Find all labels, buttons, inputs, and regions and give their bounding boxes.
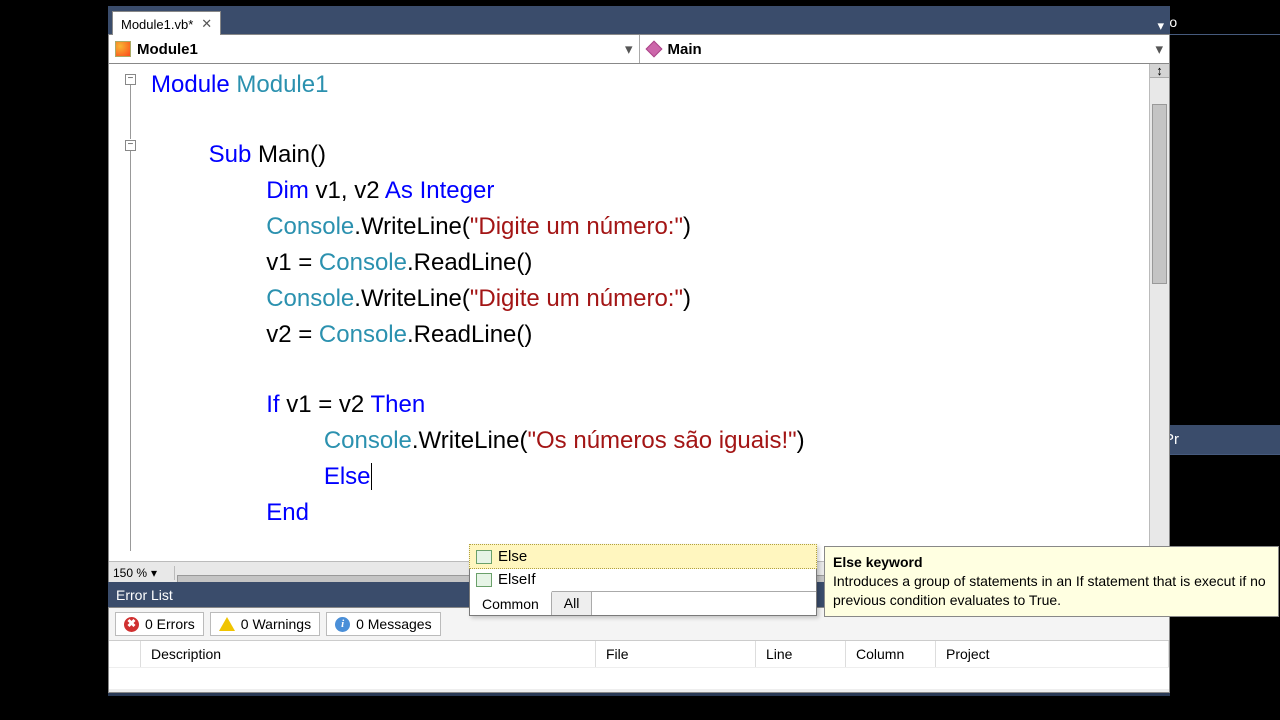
error-list-columns[interactable]: Description File Line Column Project — [109, 640, 1169, 667]
intellisense-tab-common[interactable]: Common — [470, 591, 552, 615]
warnings-count: 0 Warnings — [241, 616, 311, 632]
class-dropdown[interactable]: Module1 ▾ — [109, 35, 640, 63]
col-file: File — [596, 641, 756, 667]
messages-count: 0 Messages — [356, 616, 431, 632]
intellisense-popup[interactable]: Else ElseIf Common All — [469, 544, 817, 616]
vertical-scrollbar[interactable]: ↕ — [1149, 64, 1169, 583]
col-project: Project — [936, 641, 1169, 667]
col-line: Line — [756, 641, 846, 667]
error-list-rows — [109, 667, 1169, 689]
panel-title: Error List — [116, 587, 173, 603]
document-tab-bar: Module1.vb* ✕ ▾ — [108, 6, 1170, 34]
info-icon: i — [335, 617, 350, 632]
fold-toggle[interactable]: − — [125, 74, 136, 85]
tab-overflow-dropdown[interactable]: ▾ — [1157, 18, 1164, 34]
tooltip-body: Introduces a group of statements in an I… — [833, 573, 1266, 608]
keyword-icon — [476, 550, 492, 564]
navigation-bar: Module1 ▾ Main ▾ — [108, 34, 1170, 64]
intellisense-tooltip: Else keyword Introduces a group of state… — [824, 546, 1279, 617]
method-icon — [645, 41, 662, 58]
intellisense-item[interactable]: ElseIf — [470, 568, 816, 591]
warning-icon — [219, 617, 235, 631]
messages-filter[interactable]: i 0 Messages — [326, 612, 440, 636]
intellisense-filter-tabs: Common All — [470, 591, 816, 615]
editor-window: Module1.vb* ✕ ▾ Module1 ▾ Main ▾ − − Mod… — [108, 6, 1170, 696]
properties-panel[interactable]: Pr — [1158, 425, 1280, 455]
intellisense-tab-all[interactable]: All — [552, 592, 593, 615]
zoom-dropdown[interactable]: 150 % ▾ — [109, 566, 175, 580]
tab-label: Module1.vb* — [121, 17, 193, 32]
col-column: Column — [846, 641, 936, 667]
chevron-down-icon: ▾ — [151, 566, 157, 580]
chevron-down-icon: ▾ — [625, 40, 633, 58]
errors-filter[interactable]: ✖ 0 Errors — [115, 612, 204, 636]
outline-gutter: − − — [109, 68, 149, 561]
method-dropdown[interactable]: Main ▾ — [640, 35, 1170, 63]
tooltip-title: Else keyword — [833, 554, 923, 570]
code-editor[interactable]: − − Module Module1 Sub Main() Dim v1, v2… — [108, 64, 1170, 584]
fold-toggle[interactable]: − — [125, 140, 136, 151]
close-icon[interactable]: ✕ — [201, 16, 212, 32]
intellisense-label: ElseIf — [498, 571, 536, 588]
module-icon — [115, 41, 131, 57]
warnings-filter[interactable]: 0 Warnings — [210, 612, 320, 636]
intellisense-label: Else — [498, 548, 527, 565]
class-name: Module1 — [137, 41, 198, 58]
document-tab[interactable]: Module1.vb* ✕ — [112, 11, 221, 35]
solution-explorer-panel[interactable]: So — [1156, 10, 1280, 35]
col-description: Description — [141, 641, 596, 667]
scroll-thumb[interactable] — [1152, 104, 1167, 284]
chevron-down-icon: ▾ — [1155, 40, 1163, 58]
intellisense-item[interactable]: Else — [469, 544, 817, 569]
method-name: Main — [668, 41, 702, 58]
errors-count: 0 Errors — [145, 616, 195, 632]
zoom-value: 150 % — [113, 566, 147, 580]
split-handle-icon[interactable]: ↕ — [1150, 64, 1169, 78]
keyword-icon — [476, 573, 492, 587]
error-icon: ✖ — [124, 617, 139, 632]
